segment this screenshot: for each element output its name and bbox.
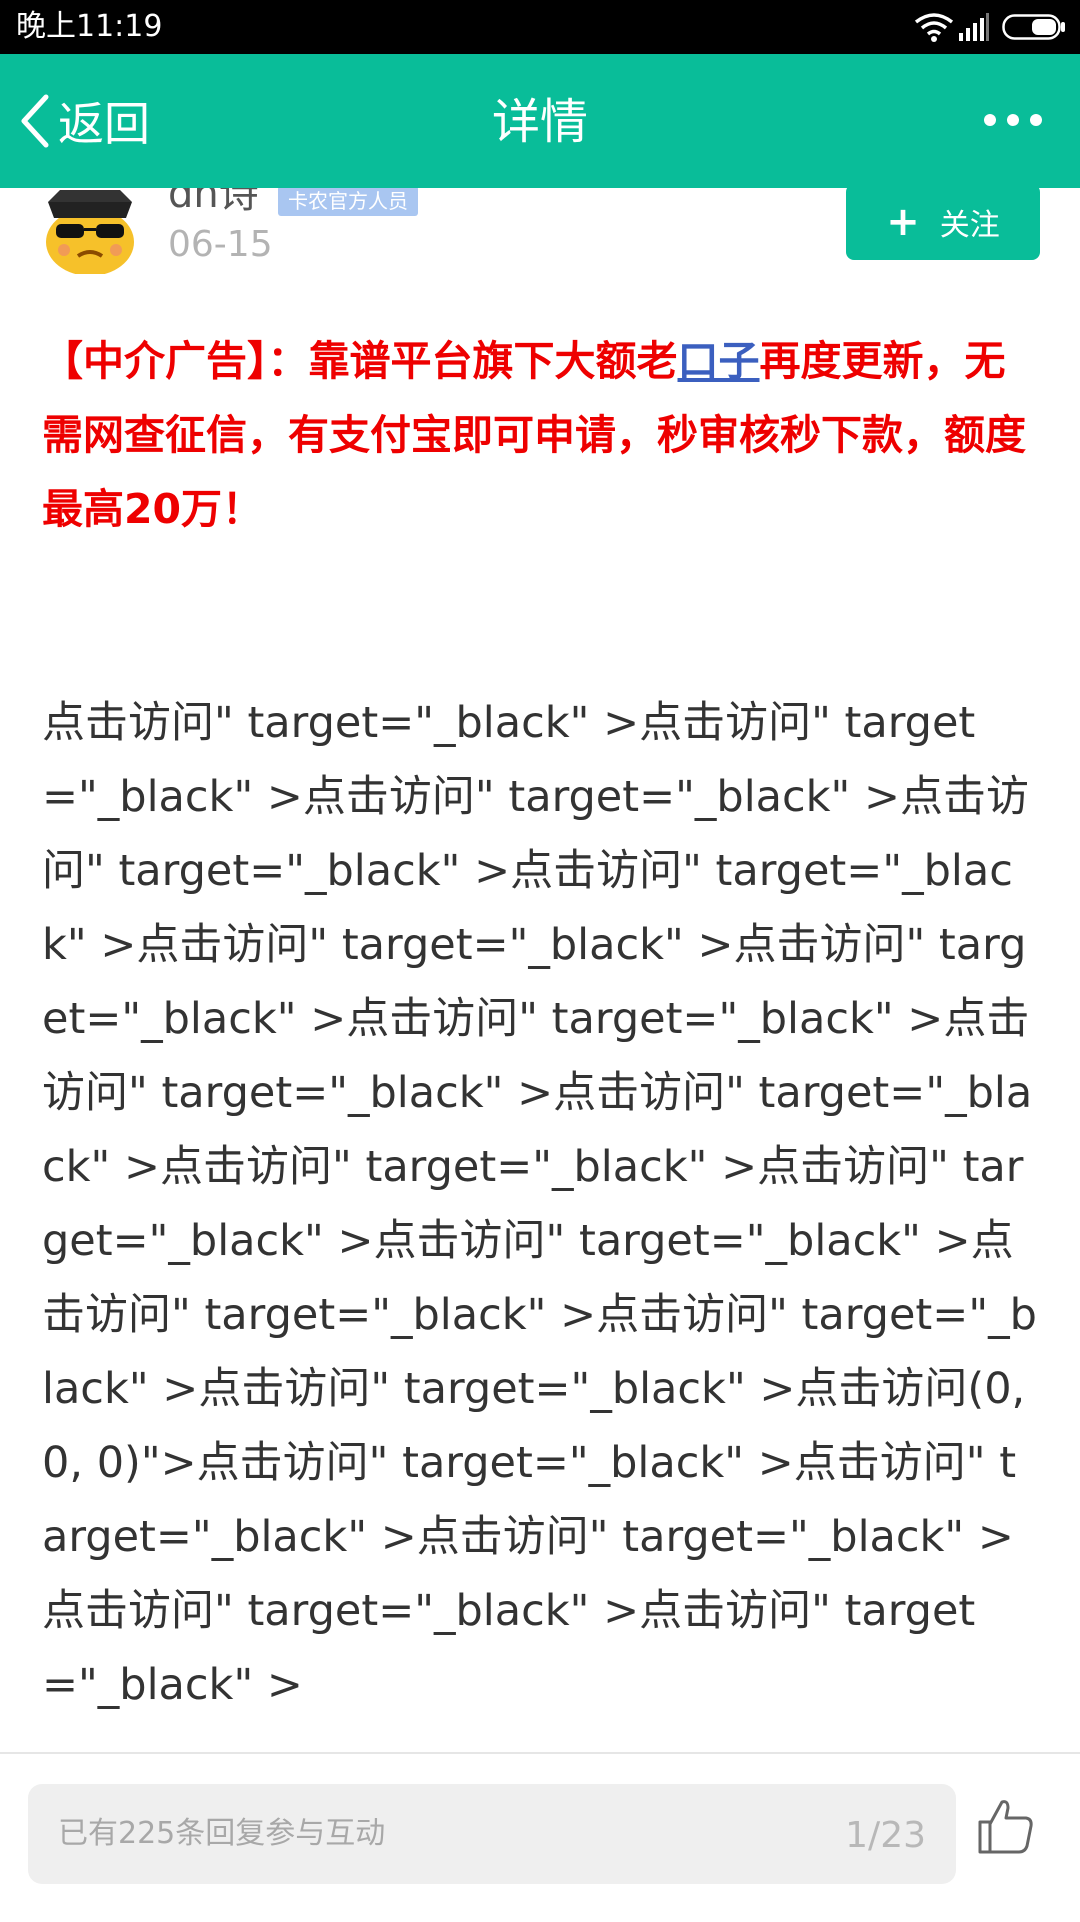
signal-icon [959,13,989,41]
follow-button[interactable]: + 关注 [846,188,1040,260]
ad-text: 【中介广告】：靠谱平台旗下大额老口子再度更新，无需网查征信，有支付宝即可申请，秒… [42,324,1042,546]
ad-link[interactable]: 口子 [678,337,760,385]
more-dots-icon[interactable] [984,108,1042,132]
ad-text-start: 【中介广告】：靠谱平台旗下大额老 [42,337,678,385]
battery-icon [1002,14,1065,40]
post-content: dh诗 卡农官方人员 06-15 + 关注 【中介广告】：靠谱平台旗下大额老口子… [0,188,1080,1752]
status-icons [896,11,1066,43]
plus-icon: + [886,199,920,245]
status-bar: 晚上11:19 [0,0,1080,54]
back-label: 返回 [58,97,150,151]
official-badge: 卡农官方人员 [278,188,418,216]
page-title: 详情 [491,94,588,150]
chevron-left-icon [21,94,49,148]
post-date: 06-15 [168,224,273,265]
avatar[interactable] [40,188,140,274]
author-name[interactable]: dh诗 [168,188,259,224]
back-button[interactable]: 返回 [18,86,150,156]
wifi-icon [914,13,954,42]
reply-placeholder: 已有225条回复参与互动 [58,1816,386,1851]
post-body-text: 点击访问" target="_black" >点击访问" target="_bl… [42,698,1037,1710]
reply-input[interactable]: 已有225条回复参与互动 1/23 [28,1784,956,1884]
bottom-bar: 已有225条回复参与互动 1/23 [0,1752,1080,1922]
follow-label: 关注 [939,208,1000,243]
status-time: 晚上11:19 [16,9,163,44]
thumbs-up-icon[interactable] [976,1796,1036,1856]
page-indicator: 1/23 [845,1815,926,1856]
nav-bar: 返回 详情 [0,54,1080,188]
